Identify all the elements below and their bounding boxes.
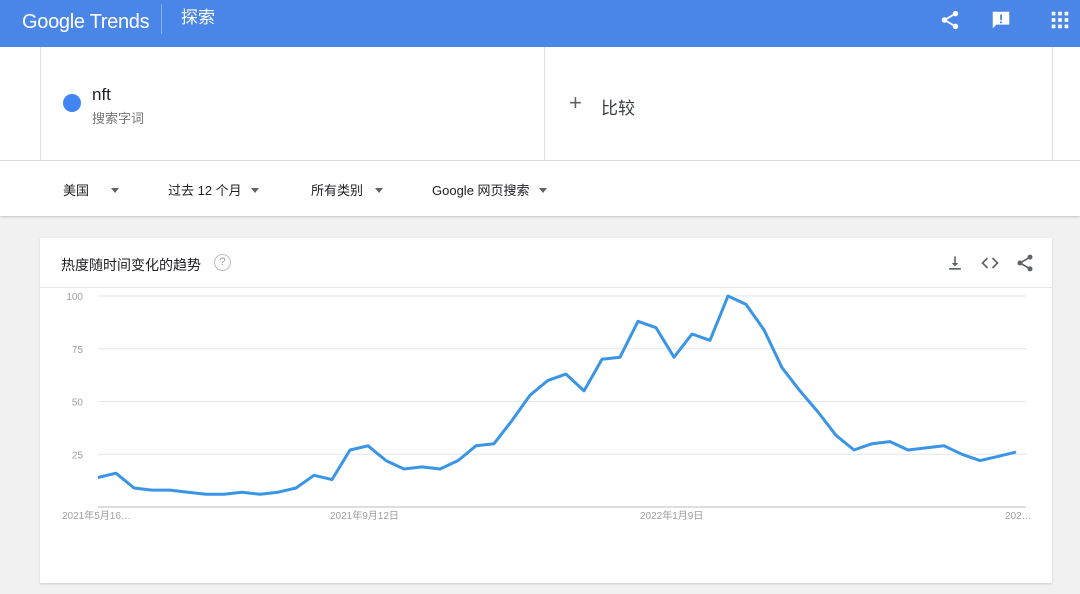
dropdown-caret-icon	[111, 188, 120, 193]
plus-icon: +	[569, 90, 582, 115]
series-line[interactable]	[97, 294, 1017, 496]
x-tick-label: 2022年1月9日	[640, 509, 703, 522]
time-range-dropdown[interactable]: 过去 12 个月	[168, 180, 259, 199]
y-tick-label: 75	[72, 345, 84, 356]
filter-bar: 美国 过去 12 个月 所有类别 Google 网页搜索	[0, 161, 1080, 216]
term-name[interactable]: nft	[92, 85, 111, 105]
download-icon[interactable]	[945, 253, 965, 273]
page-title: 探索	[181, 8, 215, 27]
time-range-value: 过去 12 个月	[168, 183, 242, 198]
embed-icon[interactable]	[980, 253, 1000, 273]
region-value: 美国	[63, 183, 90, 198]
search-term-card[interactable]: nft 搜索字词	[40, 47, 545, 160]
google-trends-logo[interactable]: Google Trends	[22, 8, 150, 36]
feedback-icon[interactable]	[990, 9, 1012, 31]
interest-over-time-card: 热度随时间变化的趋势 ? 25 50 75 100 2021年5月16… 2021年9月1…	[40, 238, 1052, 583]
y-tick-label: 100	[66, 292, 83, 303]
y-tick-label: 25	[72, 450, 84, 461]
share-icon[interactable]	[1015, 253, 1035, 273]
search-type-dropdown[interactable]: Google 网页搜索	[432, 180, 547, 199]
top-bar: Google Trends 探索	[0, 0, 1080, 47]
term-type-label: 搜索字词	[92, 111, 145, 126]
help-icon[interactable]: ?	[214, 254, 231, 271]
x-tick-label: 202…	[1005, 511, 1032, 522]
search-terms-panel: nft 搜索字词 + 比较	[0, 47, 1080, 161]
share-icon[interactable]	[939, 9, 961, 31]
card-title: 热度随时间变化的趋势	[61, 257, 201, 273]
y-tick-label: 50	[72, 398, 84, 409]
interest-line-chart: 25 50 75 100 2021年5月16… 2021年9月12日 2022年1月9日 20…	[62, 292, 1032, 522]
dropdown-caret-icon	[375, 188, 384, 193]
x-tick-label: 2021年9月12日	[330, 509, 399, 522]
apps-grid-icon[interactable]	[1049, 9, 1071, 31]
region-dropdown[interactable]: 美国	[63, 180, 120, 199]
x-tick-label: 2021年5月16…	[62, 509, 131, 522]
compare-label: 比较	[601, 99, 635, 118]
header-divider	[161, 4, 162, 34]
category-dropdown[interactable]: 所有类别	[311, 180, 384, 199]
compare-button[interactable]: + 比较	[545, 47, 1053, 160]
search-type-value: Google 网页搜索	[432, 183, 530, 198]
card-header: 热度随时间变化的趋势 ?	[40, 238, 1052, 288]
term-color-dot	[63, 94, 81, 112]
dropdown-caret-icon	[538, 188, 547, 193]
dropdown-caret-icon	[250, 188, 259, 193]
category-value: 所有类别	[311, 183, 364, 198]
